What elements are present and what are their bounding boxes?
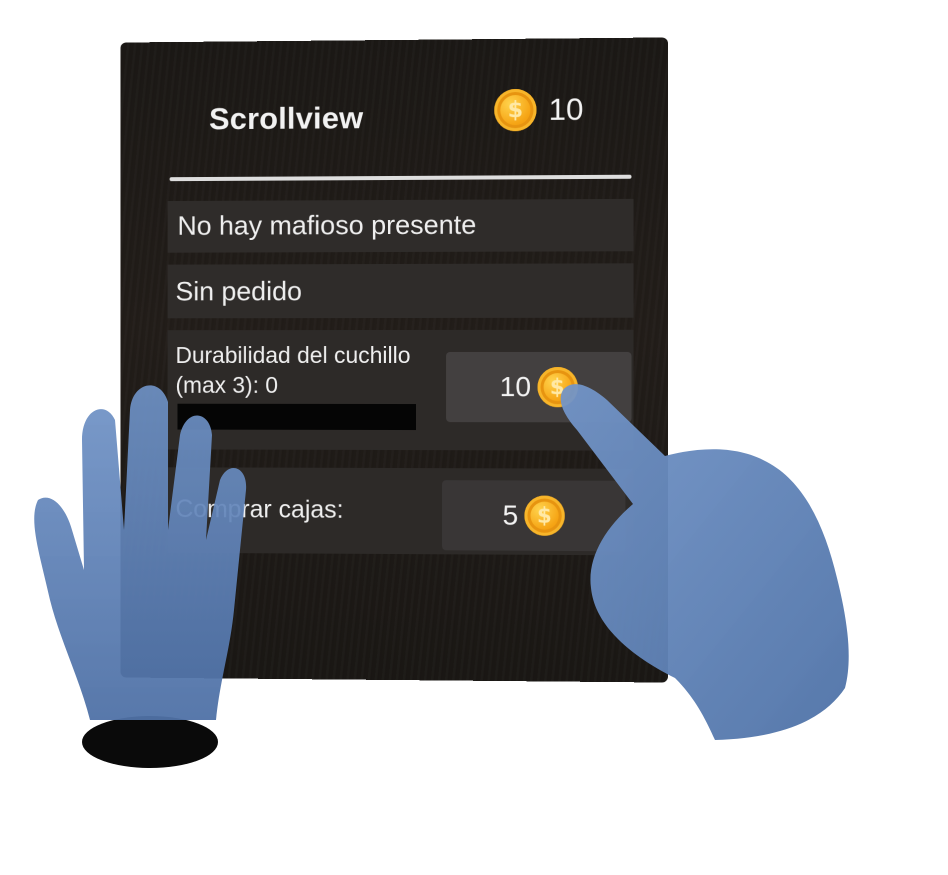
coin-balance: $ 10 (494, 88, 583, 131)
boxes-price: 5 (502, 499, 518, 531)
mafioso-status-text: No hay mafioso presente (177, 210, 476, 242)
coin-icon: $ (494, 89, 536, 131)
vr-scene: Scrollview $ 10 No hay mafioso presente … (0, 0, 948, 875)
header-divider (170, 175, 632, 181)
mafioso-status-row: No hay mafioso presente (168, 199, 634, 253)
balance-value: 10 (549, 92, 584, 128)
coin-symbol: $ (508, 98, 523, 123)
left-hand-icon (20, 380, 290, 780)
order-status-row: Sin pedido (168, 263, 634, 318)
knife-price: 10 (500, 371, 531, 403)
order-status-text: Sin pedido (176, 276, 302, 307)
coin-symbol: $ (537, 504, 552, 528)
panel-title: Scrollview (209, 100, 363, 137)
right-hand-pointer-icon (555, 378, 865, 748)
